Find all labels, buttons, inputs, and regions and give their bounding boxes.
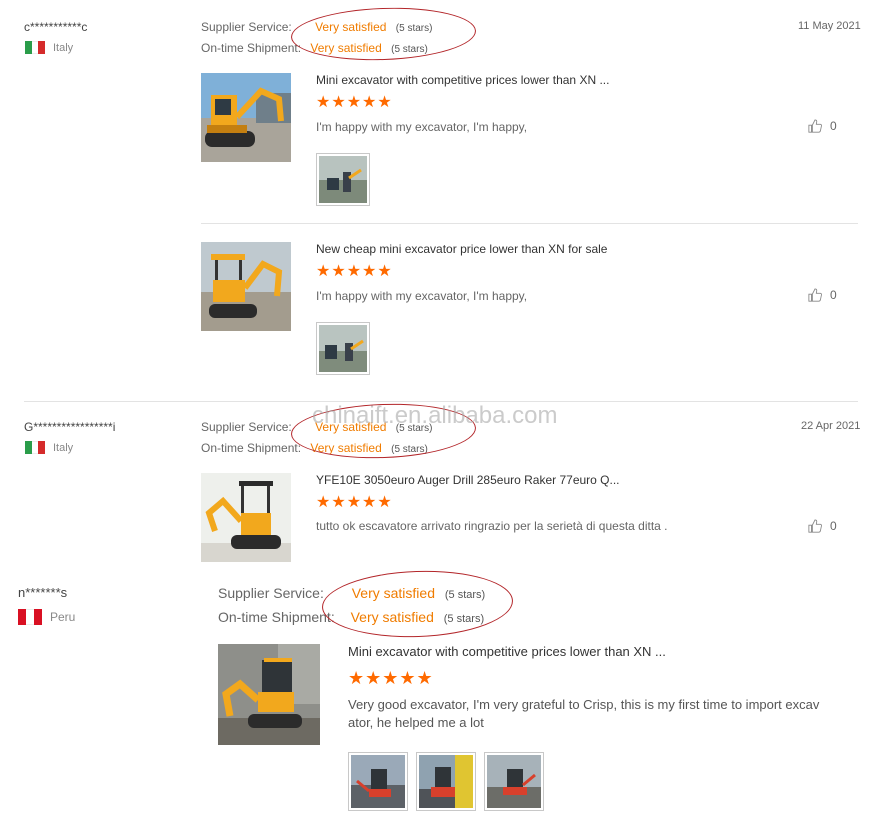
review-comment-line: Very good excavator, I'm very grateful t…	[348, 697, 820, 712]
product-rating-stars: ★★★★★	[316, 263, 393, 280]
product-title[interactable]: YFE10E 3050euro Auger Drill 285euro Rake…	[316, 473, 620, 487]
italy-flag-icon	[25, 441, 45, 454]
reviewer-country: Italy	[25, 441, 73, 454]
like-button[interactable]: 0	[808, 519, 837, 533]
review-photo-icon	[351, 755, 405, 808]
product-rating-stars: ★★★★★	[348, 668, 434, 688]
like-button[interactable]: 0	[808, 288, 837, 302]
product-title[interactable]: Mini excavator with competitive prices l…	[348, 644, 666, 659]
product-image[interactable]	[201, 73, 291, 162]
product-title[interactable]: New cheap mini excavator price lower tha…	[316, 242, 607, 256]
reviewer-country: Italy	[25, 41, 73, 54]
on-time-shipment-label: On-time Shipment:	[218, 609, 335, 625]
review-date: 11 May 2021	[798, 20, 861, 32]
reviewer-name: n*******s	[18, 585, 68, 600]
watermark: chinaift.en.alibaba.com	[312, 402, 558, 429]
on-time-shipment-label: On-time Shipment:	[201, 441, 302, 455]
review-comment-line: ator, he helped me a lot	[348, 715, 484, 730]
country-name: Italy	[53, 441, 74, 454]
review-photo-icon	[319, 325, 367, 372]
review-photo-thumbnail[interactable]	[316, 153, 370, 206]
review-photo-icon	[487, 755, 541, 808]
country-name: Italy	[53, 41, 74, 54]
review-comment: I'm happy with my excavator, I'm happy,	[316, 289, 528, 303]
thumbs-up-icon	[808, 119, 822, 133]
on-time-shipment-label: On-time Shipment:	[201, 41, 302, 55]
product-rating-stars: ★★★★★	[316, 94, 393, 111]
highlight-circle	[320, 567, 515, 641]
review-photo-thumbnail[interactable]	[348, 752, 408, 811]
product-image[interactable]	[218, 644, 320, 745]
review-comment: I'm happy with my excavator, I'm happy,	[316, 120, 528, 134]
excavator-photo-icon	[201, 473, 291, 562]
supplier-service-label: Supplier Service:	[201, 420, 292, 434]
supplier-service-label: Supplier Service:	[218, 585, 324, 601]
thumbs-up-icon	[808, 288, 822, 302]
highlight-circle	[290, 4, 477, 64]
review-comment: Very good excavator, I'm very grateful t…	[348, 696, 819, 732]
thumbs-up-icon	[808, 519, 822, 533]
supplier-service-label: Supplier Service:	[201, 20, 292, 34]
like-button[interactable]: 0	[808, 119, 837, 133]
review-date: 22 Apr 2021	[801, 420, 861, 432]
review-comment: tutto ok escavatore arrivato ringrazio p…	[316, 519, 668, 533]
reviewer-name: c***********c	[24, 20, 88, 34]
like-count: 0	[830, 519, 837, 533]
reviewer-name: G*****************i	[24, 420, 116, 434]
product-image[interactable]	[201, 242, 291, 331]
review-photo-icon	[319, 156, 367, 203]
reviewer-country: Peru	[18, 609, 75, 625]
peru-flag-icon	[18, 609, 42, 625]
excavator-photo-icon	[201, 242, 291, 331]
review-photo-thumbnail[interactable]	[316, 322, 370, 375]
italy-flag-icon	[25, 41, 45, 54]
review-photo-thumbnail[interactable]	[416, 752, 476, 811]
country-name: Peru	[50, 610, 76, 624]
product-title[interactable]: Mini excavator with competitive prices l…	[316, 73, 609, 87]
item-divider	[201, 223, 858, 224]
like-count: 0	[830, 288, 837, 302]
excavator-photo-icon	[201, 73, 291, 162]
product-image[interactable]	[201, 473, 291, 562]
review-photo-thumbnail[interactable]	[484, 752, 544, 811]
review-photo-icon	[419, 755, 473, 808]
like-count: 0	[830, 119, 837, 133]
product-rating-stars: ★★★★★	[316, 494, 393, 511]
excavator-photo-icon	[218, 644, 320, 745]
